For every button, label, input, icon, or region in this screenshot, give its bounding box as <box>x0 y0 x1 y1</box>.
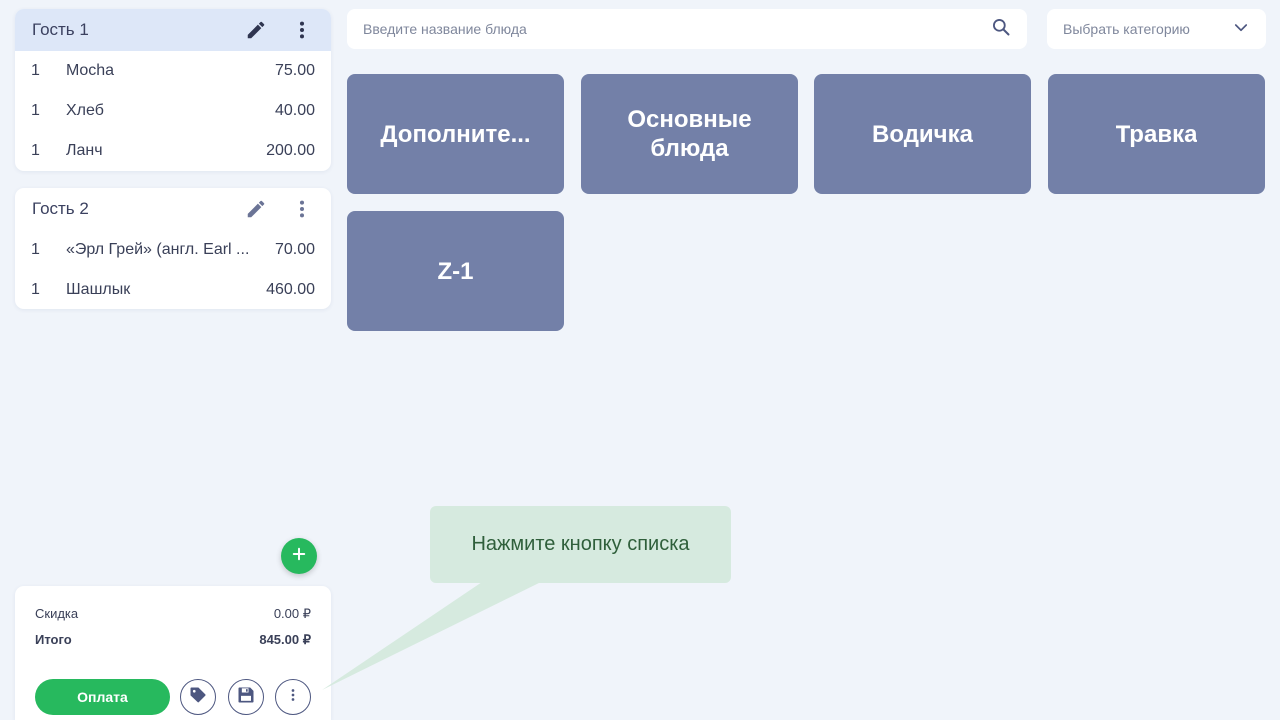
item-qty: 1 <box>31 142 40 159</box>
order-item[interactable]: 1 Mocha 75.00 <box>15 51 331 91</box>
category-tile-label: Травка <box>1115 120 1198 148</box>
category-tile-label: Z-1 <box>437 257 474 285</box>
category-tile-z1[interactable]: Z-1 <box>347 211 564 331</box>
discount-label: Скидка <box>35 606 79 621</box>
item-name: Шашлык <box>66 281 131 298</box>
total-value: 845.00 ₽ <box>259 632 311 647</box>
plus-icon <box>290 545 308 568</box>
item-name: Ланч <box>66 142 103 159</box>
pay-button[interactable]: Оплата <box>35 679 170 715</box>
category-tile-label: Дополните... <box>380 120 531 148</box>
guest-name: Гость 2 <box>32 199 89 218</box>
guest-card-2[interactable]: Гость 2 1 «Эрл Грей» (англ. Earl ... 70.… <box>15 188 331 309</box>
item-qty: 1 <box>31 281 40 298</box>
item-qty: 1 <box>31 102 40 119</box>
pencil-icon[interactable] <box>243 17 269 43</box>
more-actions-button[interactable] <box>275 679 311 715</box>
tag-icon <box>188 685 208 710</box>
add-guest-button[interactable] <box>281 538 317 574</box>
category-select-label: Выбрать категорию <box>1063 21 1190 37</box>
item-name: «Эрл Грей» (англ. Earl ... <box>66 241 250 258</box>
total-label: Итого <box>35 632 72 647</box>
category-tile-label: Основные блюда <box>627 106 752 162</box>
category-tile-main-dishes[interactable]: Основные блюда <box>581 74 798 194</box>
item-price: 40.00 <box>274 102 315 119</box>
item-name: Mocha <box>66 62 115 79</box>
guest-card-1[interactable]: Гость 1 1 Mocha 75.00 1 Хлеб 40.00 1 Лан… <box>15 9 331 171</box>
guest-name: Гость 1 <box>32 20 89 39</box>
total-row: Итого 845.00 ₽ <box>35 632 311 648</box>
category-tile-label: Водичка <box>872 120 973 148</box>
category-select[interactable]: Выбрать категорию <box>1047 9 1266 49</box>
more-vert-icon <box>284 686 302 709</box>
item-price: 70.00 <box>274 241 315 258</box>
item-price: 200.00 <box>266 142 315 159</box>
discount-value: 0.00 ₽ <box>273 606 311 621</box>
save-button[interactable] <box>228 679 264 715</box>
more-vert-icon[interactable] <box>289 196 315 222</box>
discount-tag-button[interactable] <box>180 679 216 715</box>
item-price: 75.00 <box>274 62 315 79</box>
item-name: Хлеб <box>66 102 104 119</box>
pencil-icon[interactable] <box>243 196 269 222</box>
item-qty: 1 <box>31 241 40 258</box>
guest-header[interactable]: Гость 2 <box>15 188 331 230</box>
more-vert-icon[interactable] <box>289 17 315 43</box>
tutorial-tooltip: Нажмите кнопку списка <box>430 506 731 583</box>
search-icon[interactable] <box>991 17 1011 42</box>
category-tile-herbs[interactable]: Травка <box>1048 74 1265 194</box>
save-icon <box>236 685 256 710</box>
chevron-down-icon <box>1232 19 1250 40</box>
item-price: 460.00 <box>266 281 315 298</box>
search-input[interactable] <box>363 21 991 37</box>
category-tile-additional[interactable]: Дополните... <box>347 74 564 194</box>
discount-row: Скидка 0.00 ₽ <box>35 606 311 622</box>
guest-header[interactable]: Гость 1 <box>15 9 331 51</box>
order-item[interactable]: 1 Хлеб 40.00 <box>15 91 331 131</box>
item-qty: 1 <box>31 62 40 79</box>
tooltip-text: Нажмите кнопку списка <box>471 533 690 555</box>
order-item[interactable]: 1 Ланч 200.00 <box>15 131 331 171</box>
order-item[interactable]: 1 «Эрл Грей» (англ. Earl ... 70.00 <box>15 230 331 270</box>
totals-panel: Скидка 0.00 ₽ Итого 845.00 ₽ Оплата <box>15 586 331 720</box>
search-box <box>347 9 1027 49</box>
category-tile-water[interactable]: Водичка <box>814 74 1031 194</box>
order-item[interactable]: 1 Шашлык 460.00 <box>15 270 331 309</box>
